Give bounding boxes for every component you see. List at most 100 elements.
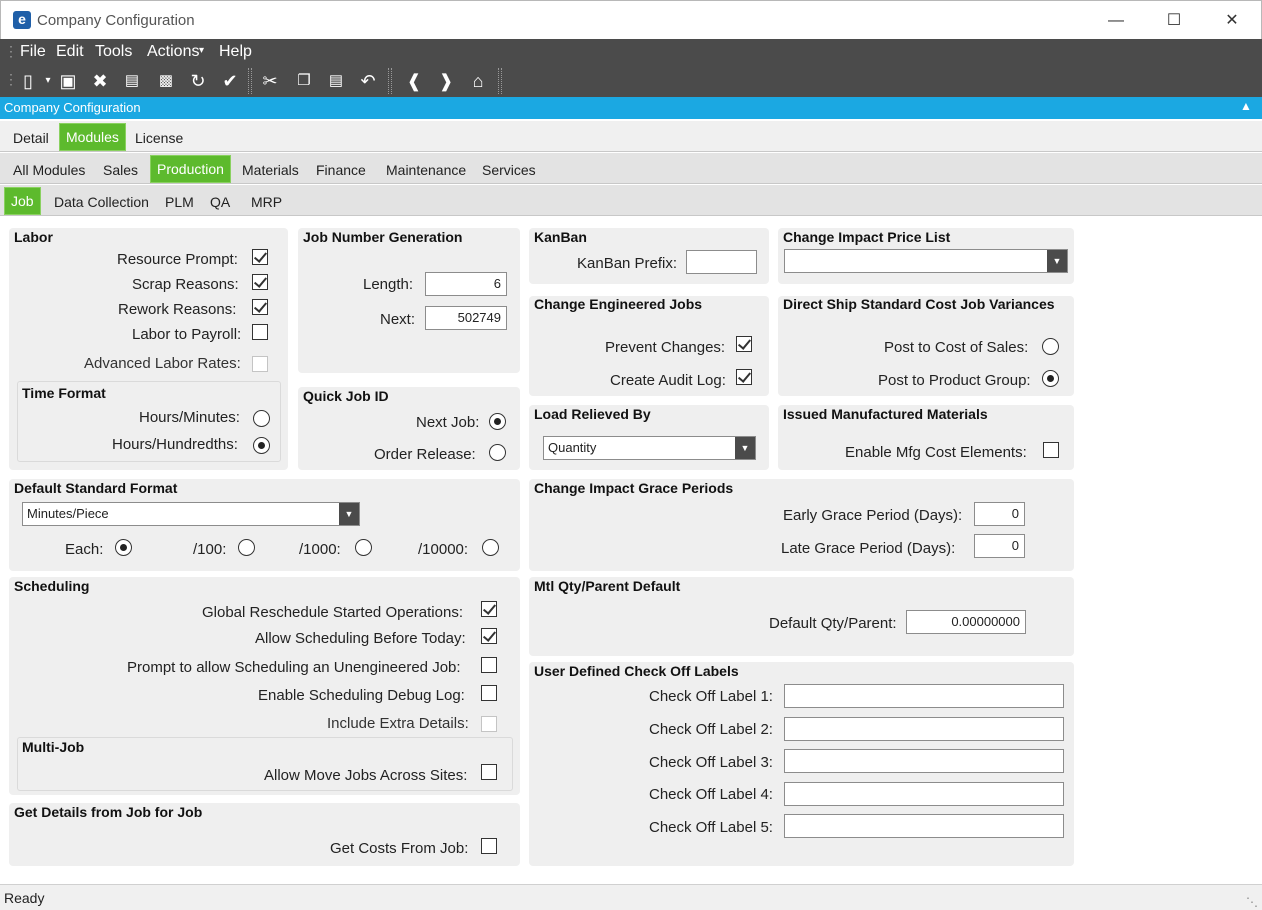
price-list-group: Change Impact Price List ▼ (778, 228, 1074, 284)
tab-sales[interactable]: Sales (103, 162, 138, 178)
labor-to-payroll-checkbox[interactable] (252, 324, 268, 340)
checkoff-2-input[interactable] (784, 717, 1064, 741)
home-icon[interactable]: ⌂ (466, 69, 490, 93)
menu-tools[interactable]: Tools (95, 43, 132, 61)
print-icon[interactable]: ▩ (154, 69, 178, 93)
save-icon[interactable]: ▣ (56, 69, 80, 93)
prevent-changes-checkbox[interactable] (736, 336, 752, 352)
early-grace-input[interactable]: 0 (974, 502, 1025, 526)
chevron-down-icon[interactable]: ▼ (1047, 250, 1067, 272)
default-qty-input[interactable]: 0.00000000 (906, 610, 1026, 634)
order-release-radio[interactable] (489, 444, 506, 461)
length-input[interactable]: 6 (425, 272, 507, 296)
tab-detail[interactable]: Detail (13, 130, 49, 146)
tab-modules[interactable]: Modules (59, 123, 126, 151)
chevron-down-icon: ▾ (199, 45, 205, 56)
group-title: Scheduling (14, 578, 90, 594)
paste-icon[interactable]: ▤ (324, 69, 348, 93)
scrap-reasons-checkbox[interactable] (252, 274, 268, 290)
chevron-down-icon[interactable]: ▼ (339, 503, 359, 525)
product-group-label: Post to Product Group: (878, 372, 1031, 389)
checkoff-1-input[interactable] (784, 684, 1064, 708)
tab-row-production: Job Data Collection PLM QA MRP (0, 185, 1262, 216)
undo-icon[interactable]: ↶ (356, 69, 380, 93)
copy-icon[interactable]: ❐ (292, 69, 316, 93)
resize-grip-icon[interactable]: ⋱ (1246, 895, 1260, 909)
load-relieved-select[interactable]: Quantity ▼ (543, 436, 756, 460)
per-100-radio[interactable] (238, 539, 255, 556)
menu-actions[interactable]: Actions (147, 43, 199, 61)
debug-log-checkbox[interactable] (481, 685, 497, 701)
tab-finance[interactable]: Finance (316, 162, 366, 178)
scrap-reasons-label: Scrap Reasons: (132, 276, 239, 293)
group-title: Labor (14, 229, 53, 245)
checkoff-3-input[interactable] (784, 749, 1064, 773)
per-10000-label: /10000: (418, 541, 469, 558)
product-group-radio[interactable] (1042, 370, 1059, 387)
checkoff-5-input[interactable] (784, 814, 1064, 838)
menu-edit[interactable]: Edit (56, 43, 84, 61)
book-icon[interactable]: ▤ (120, 69, 144, 93)
tab-production[interactable]: Production (150, 155, 231, 183)
menu-file[interactable]: File (20, 43, 46, 61)
cut-icon[interactable]: ✂ (258, 69, 282, 93)
delete-icon[interactable]: ✖ (88, 69, 112, 93)
tab-job[interactable]: Job (4, 187, 41, 215)
resource-prompt-checkbox[interactable] (252, 249, 268, 265)
advanced-labor-rates-checkbox (252, 356, 268, 372)
hours-hundredths-radio[interactable] (253, 437, 270, 454)
group-title: Change Impact Price List (783, 229, 951, 245)
close-icon[interactable]: ✕ (1217, 9, 1247, 33)
checkoff-1-label: Check Off Label 1: (649, 688, 773, 705)
next-job-label: Next Job: (416, 414, 480, 431)
tab-row-modules: All Modules Sales Production Materials F… (0, 153, 1262, 184)
forward-icon[interactable]: ❱ (434, 69, 458, 93)
cost-of-sales-radio[interactable] (1042, 338, 1059, 355)
late-grace-input[interactable]: 0 (974, 534, 1025, 558)
create-audit-log-checkbox[interactable] (736, 369, 752, 385)
per-1000-label: /1000: (299, 541, 341, 558)
checkoff-4-input[interactable] (784, 782, 1064, 806)
tab-services[interactable]: Services (482, 162, 536, 178)
kanban-prefix-input[interactable] (686, 250, 757, 274)
tab-plm[interactable]: PLM (165, 194, 194, 210)
direct-ship-group: Direct Ship Standard Cost Job Variances … (778, 296, 1074, 396)
load-relieved-value: Quantity (548, 440, 597, 455)
extra-details-label: Include Extra Details: (327, 715, 469, 732)
next-job-radio[interactable] (489, 413, 506, 430)
back-icon[interactable]: ❰ (402, 69, 426, 93)
hours-minutes-radio[interactable] (253, 410, 270, 427)
menu-help[interactable]: Help (219, 43, 252, 61)
minimize-icon[interactable]: — (1101, 9, 1131, 33)
tab-row-main: Detail Modules License (0, 121, 1262, 152)
move-jobs-checkbox[interactable] (481, 764, 497, 780)
per-1000-radio[interactable] (355, 539, 372, 556)
tab-license[interactable]: License (135, 130, 183, 146)
global-reschedule-checkbox[interactable] (481, 601, 497, 617)
issued-mfg-group: Issued Manufactured Materials Enable Mfg… (778, 405, 1074, 470)
group-title: User Defined Check Off Labels (534, 663, 739, 679)
tab-qa[interactable]: QA (210, 194, 230, 210)
tab-maintenance[interactable]: Maintenance (386, 162, 466, 178)
each-radio[interactable] (115, 539, 132, 556)
get-costs-checkbox[interactable] (481, 838, 497, 854)
tab-all-modules[interactable]: All Modules (13, 162, 85, 178)
per-10000-radio[interactable] (482, 539, 499, 556)
refresh-icon[interactable]: ↻ (186, 69, 210, 93)
enable-mfg-cost-checkbox[interactable] (1043, 442, 1059, 458)
toolbar: ⋮ ▯ ▾ ▣ ✖ ▤ ▩ ↻ ✔ ✂ ❐ ▤ ↶ ❰ ❱ ⌂ (0, 65, 1262, 97)
clear-icon[interactable]: ✔ (218, 69, 242, 93)
next-input[interactable]: 502749 (425, 306, 507, 330)
chevron-down-icon[interactable]: ▼ (735, 437, 755, 459)
unengineered-checkbox[interactable] (481, 657, 497, 673)
pin-icon[interactable]: ▲ (1240, 99, 1252, 113)
price-list-select[interactable]: ▼ (784, 249, 1068, 273)
tab-data-collection[interactable]: Data Collection (54, 194, 149, 210)
default-std-select[interactable]: Minutes/Piece ▼ (22, 502, 360, 526)
move-jobs-label: Allow Move Jobs Across Sites: (264, 767, 468, 784)
rework-reasons-checkbox[interactable] (252, 299, 268, 315)
tab-mrp[interactable]: MRP (251, 194, 282, 210)
before-today-checkbox[interactable] (481, 628, 497, 644)
maximize-icon[interactable]: ☐ (1159, 9, 1189, 33)
tab-materials[interactable]: Materials (242, 162, 299, 178)
